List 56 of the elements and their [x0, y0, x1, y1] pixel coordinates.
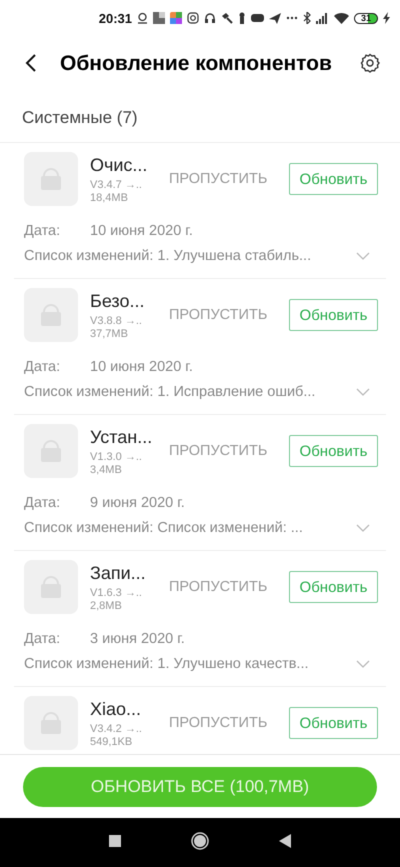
pawn-icon	[238, 12, 246, 24]
changelog-text: Список изменений: Список изменений: ...	[24, 520, 303, 536]
wifi-icon	[334, 12, 349, 24]
recents-button[interactable]	[109, 835, 121, 850]
date-text: 10 июня 2020 г.	[90, 359, 193, 375]
signal-icon	[316, 12, 329, 24]
headset-icon	[204, 12, 216, 24]
hammer-icon	[221, 12, 233, 24]
component-name: Безо...	[90, 290, 146, 312]
date-text: 9 июня 2020 г.	[90, 495, 185, 511]
version-text: V3.4.2 →..	[90, 722, 143, 734]
charging-icon	[383, 12, 390, 24]
update-button[interactable]: Обновить	[289, 571, 378, 603]
more-icon	[286, 16, 298, 20]
skip-button[interactable]: ПРОПУСТИТЬ	[169, 579, 268, 595]
app-icon	[170, 12, 182, 24]
component-name: Xiao...	[90, 698, 142, 720]
version-text: V3.8.8 →..	[90, 314, 143, 326]
changelog-text: Список изменений: 1. Улучшено качеств...	[24, 656, 309, 672]
date-label: Дата:	[24, 495, 62, 511]
version-text: V3.4.7 →..	[90, 178, 143, 190]
date-text: 3 июня 2020 г.	[90, 631, 185, 647]
component-name: Очис...	[90, 154, 148, 176]
app-icon	[153, 12, 165, 24]
date-label: Дата:	[24, 223, 62, 239]
changelog-text: Список изменений: 1. Исправление ошиб...	[24, 384, 316, 400]
skip-button[interactable]: ПРОПУСТИТЬ	[169, 171, 268, 187]
version-text: V1.6.3 →..	[90, 586, 143, 598]
component-name: Устан...	[90, 426, 154, 448]
camera-icon	[187, 12, 199, 24]
send-icon	[269, 12, 281, 24]
update-button[interactable]: Обновить	[289, 163, 378, 195]
bluetooth-icon	[303, 12, 311, 24]
version-text: V1.3.0 →..	[90, 450, 143, 462]
update-button[interactable]: Обновить	[289, 435, 378, 467]
skip-button[interactable]: ПРОПУСТИТЬ	[169, 443, 268, 459]
back-nav-button[interactable]	[279, 834, 291, 851]
size-text: 18,4MB	[90, 192, 129, 204]
size-text: 3,4MB	[90, 464, 123, 476]
clock: 20:31	[98, 10, 132, 26]
skip-button[interactable]: ПРОПУСТИТЬ	[169, 715, 268, 731]
date-label: Дата:	[24, 631, 62, 647]
size-text: 2,8MB	[90, 600, 123, 612]
date-text: 10 июня 2020 г.	[90, 223, 193, 239]
changelog-text: Список изменений: 1. Улучшена стабиль...	[24, 248, 312, 264]
component-name: Запи...	[90, 562, 147, 584]
date-label: Дата:	[24, 359, 62, 375]
section-title: Системные (7)	[22, 108, 138, 128]
skip-button[interactable]: ПРОПУСТИТЬ	[169, 307, 268, 323]
settings-button[interactable]	[360, 52, 380, 76]
size-text: 549,1KB	[90, 736, 134, 748]
update-button[interactable]: Обновить	[289, 707, 378, 739]
page-title: Обновление компонентов	[60, 52, 333, 76]
update-all-button[interactable]: ОБНОВИТЬ ВСЕ (100,7MB)	[23, 766, 377, 806]
size-text: 37,7MB	[90, 328, 129, 340]
update-button[interactable]: Обновить	[289, 299, 378, 331]
